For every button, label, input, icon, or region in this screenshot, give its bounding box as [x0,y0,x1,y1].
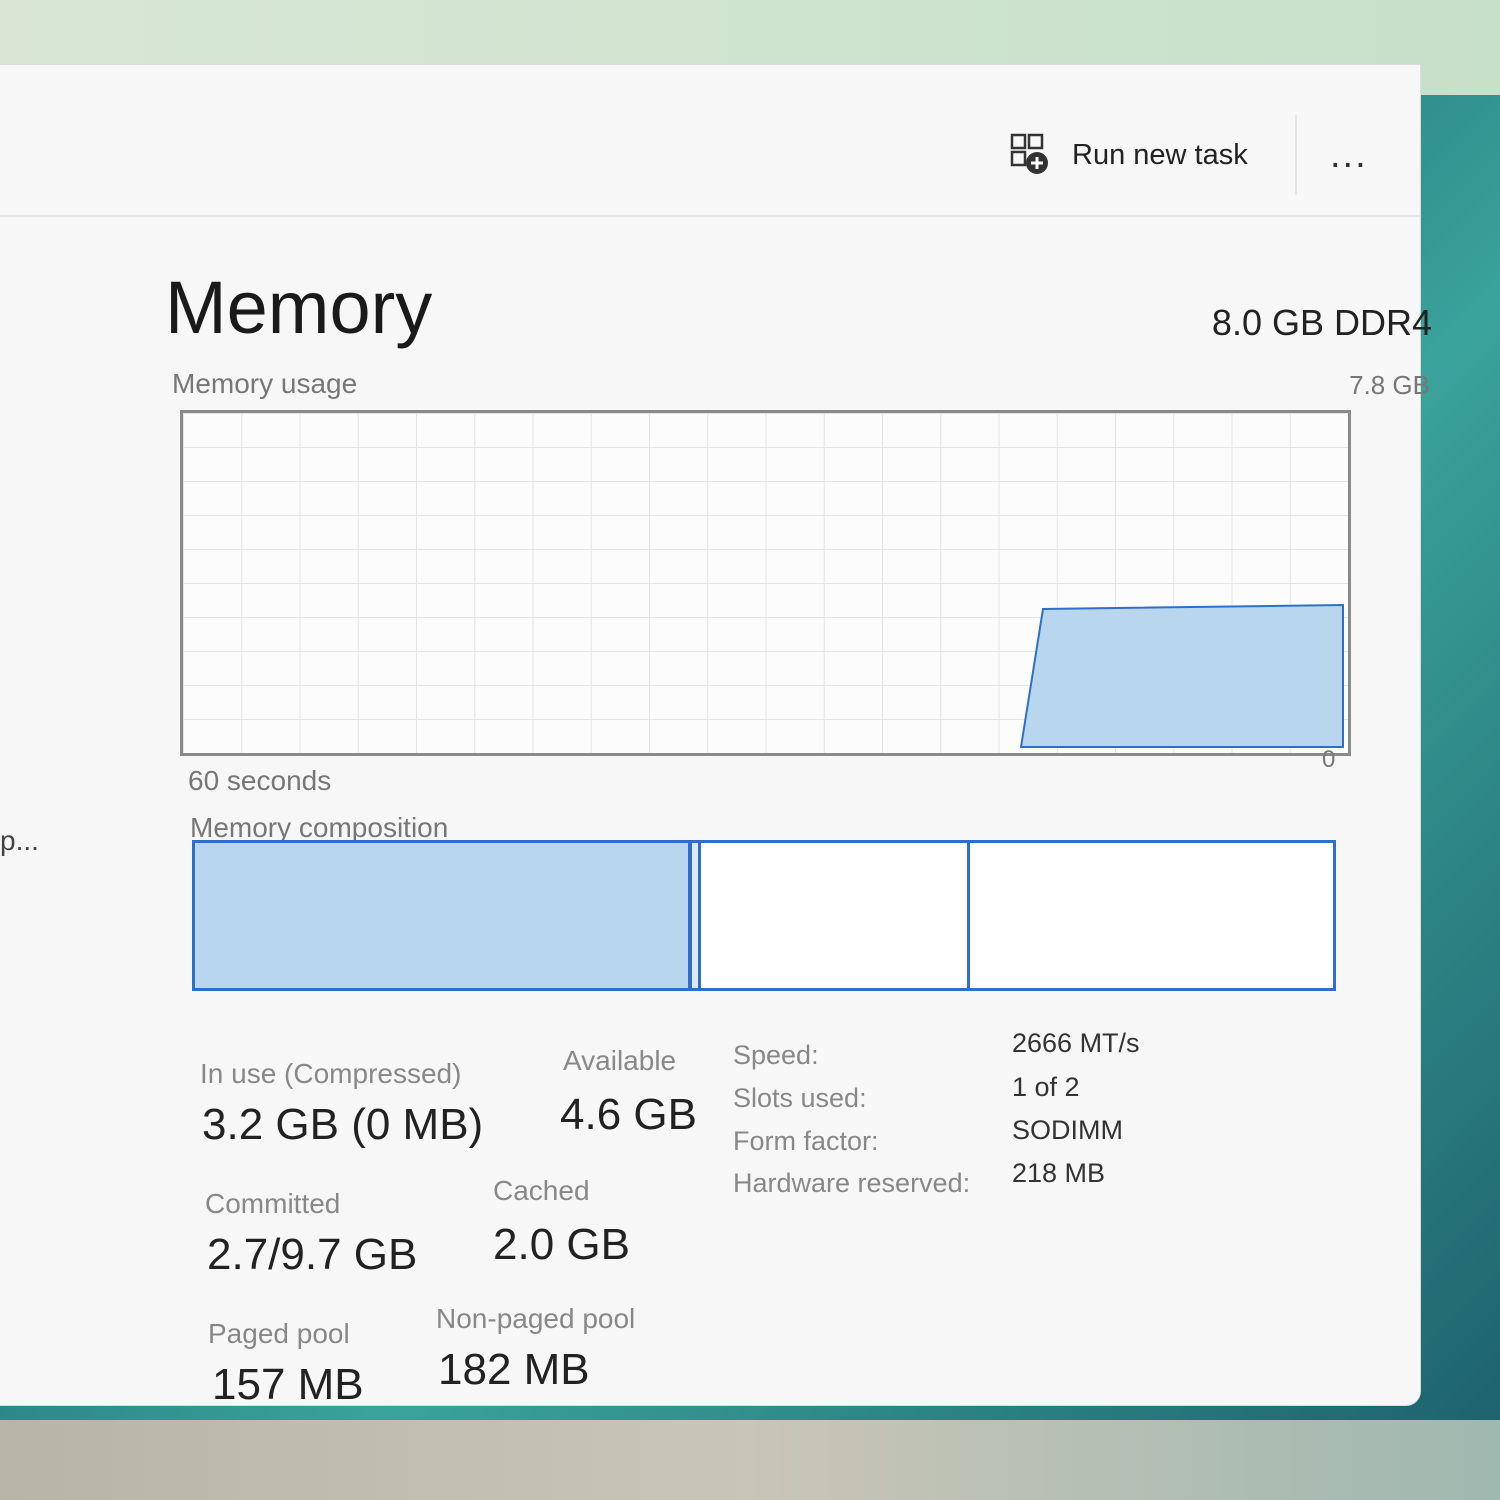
in-use-label: In use (Compressed) [200,1058,462,1089]
run-new-task-icon [1010,133,1050,177]
hardware-reserved-value: 218 MB [1012,1158,1106,1188]
desktop-background-bottom [0,1420,1500,1500]
page-title: Memory [165,266,433,349]
composition-in-use[interactable] [195,843,692,988]
composition-modified[interactable] [692,843,701,988]
memory-usage-graph [180,410,1351,756]
hardware-reserved-label: Hardware reserved: [733,1168,971,1198]
graph-min-label: 0 [1322,746,1336,773]
run-new-task-label: Run new task [1072,138,1248,171]
memory-usage-area [1019,603,1344,748]
available-value: 4.6 GB [560,1090,697,1139]
form-factor-value: SODIMM [1012,1115,1123,1145]
toolbar-divider [0,215,1420,217]
memory-usage-series [1019,603,1344,748]
paged-pool-label: Paged pool [208,1318,350,1349]
more-options-button[interactable]: ... [1330,135,1390,175]
time-window-label: 60 seconds [188,765,332,796]
in-use-value: 3.2 GB (0 MB) [202,1100,484,1149]
paged-pool-value: 157 MB [212,1360,364,1409]
composition-standby[interactable] [701,843,970,988]
memory-composition-bar [192,840,1336,991]
speed-label: Speed: [733,1040,819,1070]
speed-value: 2666 MT/s [1012,1028,1140,1058]
ram-spec: 8.0 GB DDR4 [1211,302,1432,343]
toolbar-separator [1295,115,1297,195]
available-label: Available [563,1045,677,1076]
memory-usage-label: Memory usage [172,368,358,399]
slots-used-label: Slots used: [733,1083,867,1113]
cached-label: Cached [493,1175,590,1206]
non-paged-pool-value: 182 MB [438,1345,590,1394]
committed-label: Committed [205,1188,341,1219]
composition-free[interactable] [970,843,1333,988]
sidebar-item-truncated[interactable]: p... [0,825,39,857]
non-paged-pool-label: Non-paged pool [436,1303,636,1334]
toolbar: Run new task ... [0,65,1420,215]
committed-value: 2.7/9.7 GB [207,1230,418,1279]
form-factor-label: Form factor: [733,1126,879,1156]
run-new-task-button[interactable]: Run new task [1010,127,1275,183]
memory-usage-max: 7.8 GB [1349,370,1430,400]
cached-value: 2.0 GB [493,1220,630,1269]
slots-used-value: 1 of 2 [1012,1072,1080,1102]
